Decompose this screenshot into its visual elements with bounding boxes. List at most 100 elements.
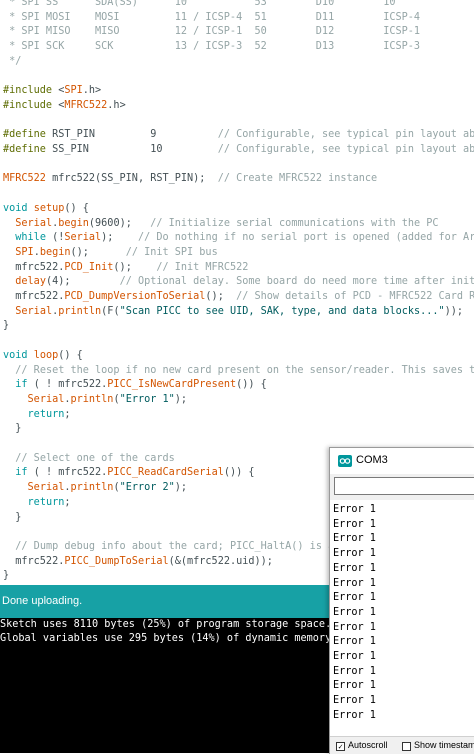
code-line: * SPI SCK SCK 13 / ICSP-3 52 D13 ICSP-3 xyxy=(3,40,420,55)
code-token: (); xyxy=(70,246,126,258)
code-token: return xyxy=(27,496,65,508)
serial-monitor-titlebar[interactable]: COM3 xyxy=(330,448,474,474)
code-line: delay(4); // Optional delay. Some board … xyxy=(3,275,474,290)
code-token: if xyxy=(15,467,28,479)
autoscroll-label: Autoscroll xyxy=(348,740,388,750)
code-token: PICC_ReadCardSerial xyxy=(107,467,224,479)
code-token: * SPI SCK SCK 13 / ICSP-3 52 D13 ICSP-3 xyxy=(3,41,421,53)
autoscroll-checkbox[interactable]: ✓ xyxy=(336,742,345,751)
code-line: // Dump debug info about the card; PICC_… xyxy=(3,540,334,555)
code-token: println xyxy=(70,393,114,405)
code-token: ( ! mfrc522. xyxy=(27,467,108,479)
code-line: * SPI SS SDA(SS) 10 53 D10 10 xyxy=(3,0,396,11)
code-token: * SPI SS SDA(SS) 10 53 D10 10 xyxy=(3,0,396,8)
code-line: #include <MFRC522.h> xyxy=(3,99,126,114)
console-line: Global variables use 295 bytes (14%) of … xyxy=(0,633,338,644)
code-line: mfrc522.PCD_Init(); // Init MFRC522 xyxy=(3,261,248,276)
code-token: ()) { xyxy=(223,467,255,479)
code-token: #define xyxy=(3,129,46,141)
serial-output-line: Error 1 xyxy=(333,504,376,515)
code-token: "Error 1" xyxy=(119,393,175,405)
code-line: MFRC522 mfrc522(SS_PIN, RST_PIN); // Cre… xyxy=(3,172,377,187)
code-token: delay xyxy=(15,276,46,288)
code-line: SPI.begin(); // Init SPI bus xyxy=(3,246,218,261)
code-token: // Configurable, see typical pin layout … xyxy=(217,144,474,155)
code-token: if xyxy=(15,379,28,391)
serial-output-line: Error 1 xyxy=(333,651,376,662)
code-token: Serial xyxy=(27,393,65,405)
code-token: () { xyxy=(64,202,89,214)
code-token: // Init MFRC522 xyxy=(156,261,249,273)
code-token: #include xyxy=(3,99,53,111)
code-line: mfrc522.PCD_DumpVersionToSerial(); // Sh… xyxy=(3,290,474,305)
serial-input-row xyxy=(330,474,474,500)
serial-output-line: Error 1 xyxy=(333,592,376,604)
code-token: (4); xyxy=(45,276,120,288)
code-line: void loop() { xyxy=(3,349,83,364)
code-token: #define xyxy=(3,144,46,155)
code-token: )); xyxy=(444,305,464,317)
serial-output-line: Error 1 xyxy=(333,533,376,545)
status-text: Done uploading. xyxy=(2,595,83,607)
code-line: } xyxy=(3,319,9,334)
code-token: return xyxy=(27,408,65,420)
code-token: ); xyxy=(101,232,138,244)
code-token: ); xyxy=(174,393,188,405)
code-line: #define SS_PIN 10 // Configurable, see t… xyxy=(3,143,474,158)
code-token: // Optional delay. Some board do need mo… xyxy=(119,276,474,288)
serial-output-line: Error 1 xyxy=(333,621,376,633)
code-line: #include <SPI.h> xyxy=(3,84,101,99)
serial-output-line: Error 1 xyxy=(333,577,376,589)
code-token: mfrc522. xyxy=(3,291,65,302)
code-token: #include xyxy=(3,85,53,97)
code-token: MFRC522 xyxy=(64,99,108,111)
code-line: if ( ! mfrc522.PICC_IsNewCardPresent()) … xyxy=(3,378,267,393)
code-token: (! xyxy=(45,232,65,244)
code-token: MFRC522 xyxy=(3,173,46,185)
code-token: ; xyxy=(64,408,71,420)
code-line: } xyxy=(3,422,21,437)
code-token: ; xyxy=(64,496,71,508)
serial-output[interactable]: Error 1 Error 1 Error 1 Error 1 Error 1 Error… xyxy=(330,500,474,736)
console-line: Sketch uses 8110 bytes (25%) of program … xyxy=(0,619,332,630)
code-token: mfrc522. xyxy=(3,261,65,273)
code-line: return; xyxy=(3,408,71,423)
code-line: if ( ! mfrc522.PICC_ReadCardSerial()) { xyxy=(3,466,255,481)
code-token: (); xyxy=(205,291,237,302)
code-line: mfrc522.PICC_DumpToSerial(&(mfrc522.uid)… xyxy=(3,555,273,570)
code-token: "Error 2" xyxy=(119,482,175,494)
show-timestamp-label: Show timestamp xyxy=(414,740,474,750)
code-token: // Init SPI bus xyxy=(125,246,218,258)
code-token: // Dump debug info about the card; PICC_… xyxy=(15,540,335,552)
code-token: (F( xyxy=(101,305,120,317)
show-timestamp-checkbox[interactable] xyxy=(402,742,411,751)
code-token: Serial xyxy=(64,232,102,244)
code-token: Serial xyxy=(15,305,53,317)
code-token: ( ! mfrc522. xyxy=(27,379,108,391)
code-line: Serial.println(F("Scan PICC to see UID, … xyxy=(3,305,463,320)
code-token: < xyxy=(52,85,65,97)
code-token: void xyxy=(3,202,28,214)
code-line: Serial.begin(9600); // Initialize serial… xyxy=(3,217,438,232)
code-token: RST_PIN 9 xyxy=(45,129,218,141)
code-token: PCD_DumpVersionToSerial xyxy=(64,291,206,302)
serial-options-bar: ✓ Autoscroll Show timestamp xyxy=(330,736,474,754)
serial-send-input[interactable] xyxy=(334,477,474,495)
code-line: return; xyxy=(3,496,71,511)
code-token: .h> xyxy=(107,99,126,111)
serial-output-line: Error 1 xyxy=(333,548,376,560)
code-line: Serial.println("Error 2"); xyxy=(3,481,188,496)
code-token: PCD_Init xyxy=(64,261,114,273)
serial-output-line: Error 1 xyxy=(333,562,376,574)
code-token: (&(mfrc522.uid)); xyxy=(168,555,273,567)
code-token: mfrc522(SS_PIN, RST_PIN); xyxy=(45,173,218,185)
